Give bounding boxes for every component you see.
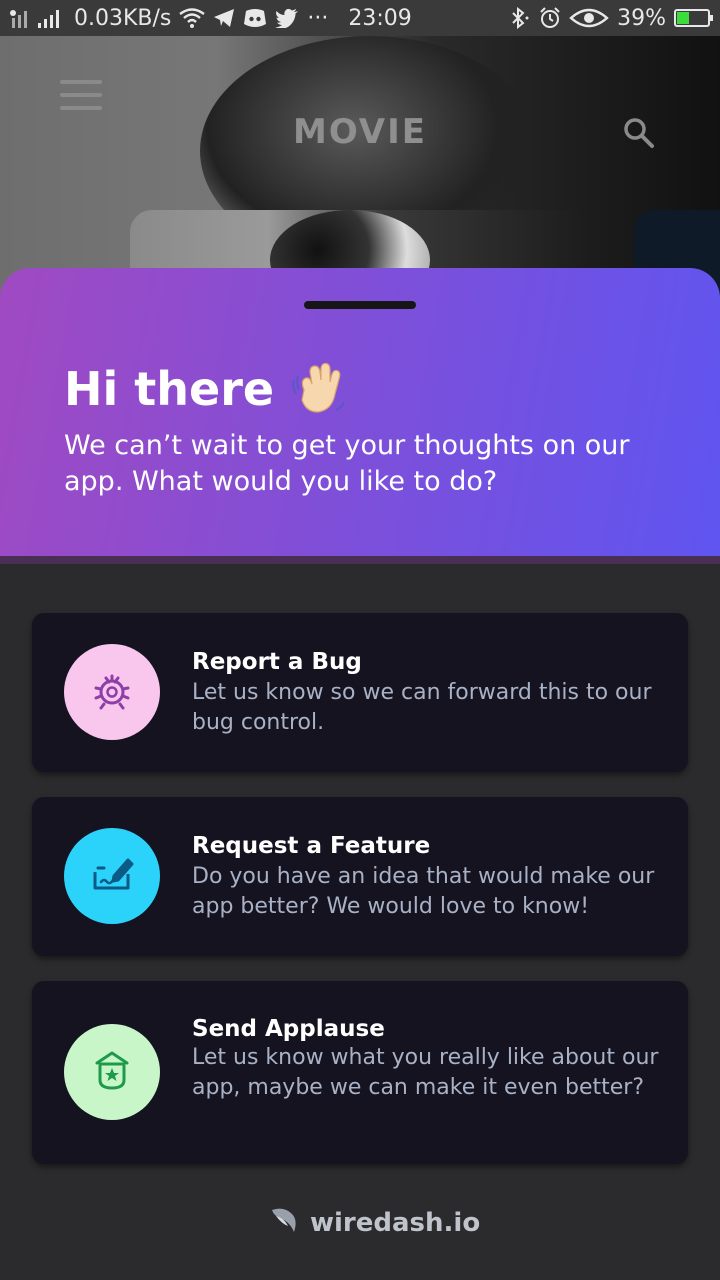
request-feature-description: Do you have an idea that would make our … — [192, 864, 655, 919]
report-bug-description: Let us know so we can forward this to ou… — [192, 680, 652, 735]
greeting-heading: Hi there — [64, 360, 348, 418]
battery-level — [677, 12, 689, 24]
feedback-sheet-header: Hi there We can’t wait to get your thoug… — [0, 268, 720, 558]
battery-percent: 39% — [617, 5, 666, 31]
eye-icon — [569, 8, 609, 28]
status-bar: 0.03KB/s ··· 23:09 39% — [0, 0, 720, 36]
feature-icon-circle — [64, 828, 160, 924]
wifi-icon — [179, 8, 206, 28]
report-bug-option[interactable]: Report a Bug Let us know so we can forwa… — [32, 613, 688, 772]
applause-icon-circle — [64, 1024, 160, 1120]
discord-icon — [243, 8, 267, 28]
status-left: 0.03KB/s ··· 23:09 — [8, 0, 412, 36]
battery-icon — [674, 9, 713, 27]
drag-handle[interactable] — [304, 301, 416, 309]
send-applause-option[interactable]: Send Applause Let us know what you reall… — [32, 981, 688, 1164]
status-right: 39% — [509, 0, 713, 36]
send-applause-description: Let us know what you really like about o… — [192, 1045, 659, 1100]
search-icon[interactable] — [622, 116, 656, 150]
more-indicator: ··· — [307, 5, 329, 31]
status-time: 23:09 — [348, 5, 412, 31]
applause-badge-icon — [90, 1048, 134, 1096]
network-speed: 0.03KB/s — [74, 5, 172, 31]
bug-icon-circle — [64, 644, 160, 740]
signal-icon — [8, 7, 66, 29]
greeting-text: Hi there — [64, 362, 275, 416]
feature-idea-icon — [90, 852, 134, 900]
sheet-divider — [0, 556, 720, 564]
report-bug-title: Report a Bug — [192, 649, 362, 675]
bluetooth-icon — [509, 7, 531, 29]
request-feature-title: Request a Feature — [192, 833, 431, 859]
waving-hand-icon — [290, 360, 348, 418]
telegram-icon — [213, 8, 235, 28]
alarm-icon — [539, 7, 561, 29]
menu-icon[interactable] — [60, 80, 102, 110]
sheet-subtitle: We can’t wait to get your thoughts on ou… — [64, 430, 630, 497]
app-title: MOVIE — [292, 112, 427, 152]
bug-icon — [90, 668, 134, 716]
wiredash-brand-text: wiredash.io — [310, 1207, 481, 1238]
twitter-icon — [275, 8, 299, 28]
request-feature-option[interactable]: Request a Feature Do you have an idea th… — [32, 797, 688, 956]
send-applause-title: Send Applause — [192, 1016, 385, 1042]
wiredash-brand[interactable]: wiredash.io — [270, 1204, 480, 1241]
wiredash-logo-icon — [270, 1204, 300, 1241]
feedback-sheet-body: Report a Bug Let us know so we can forwa… — [0, 564, 720, 1280]
